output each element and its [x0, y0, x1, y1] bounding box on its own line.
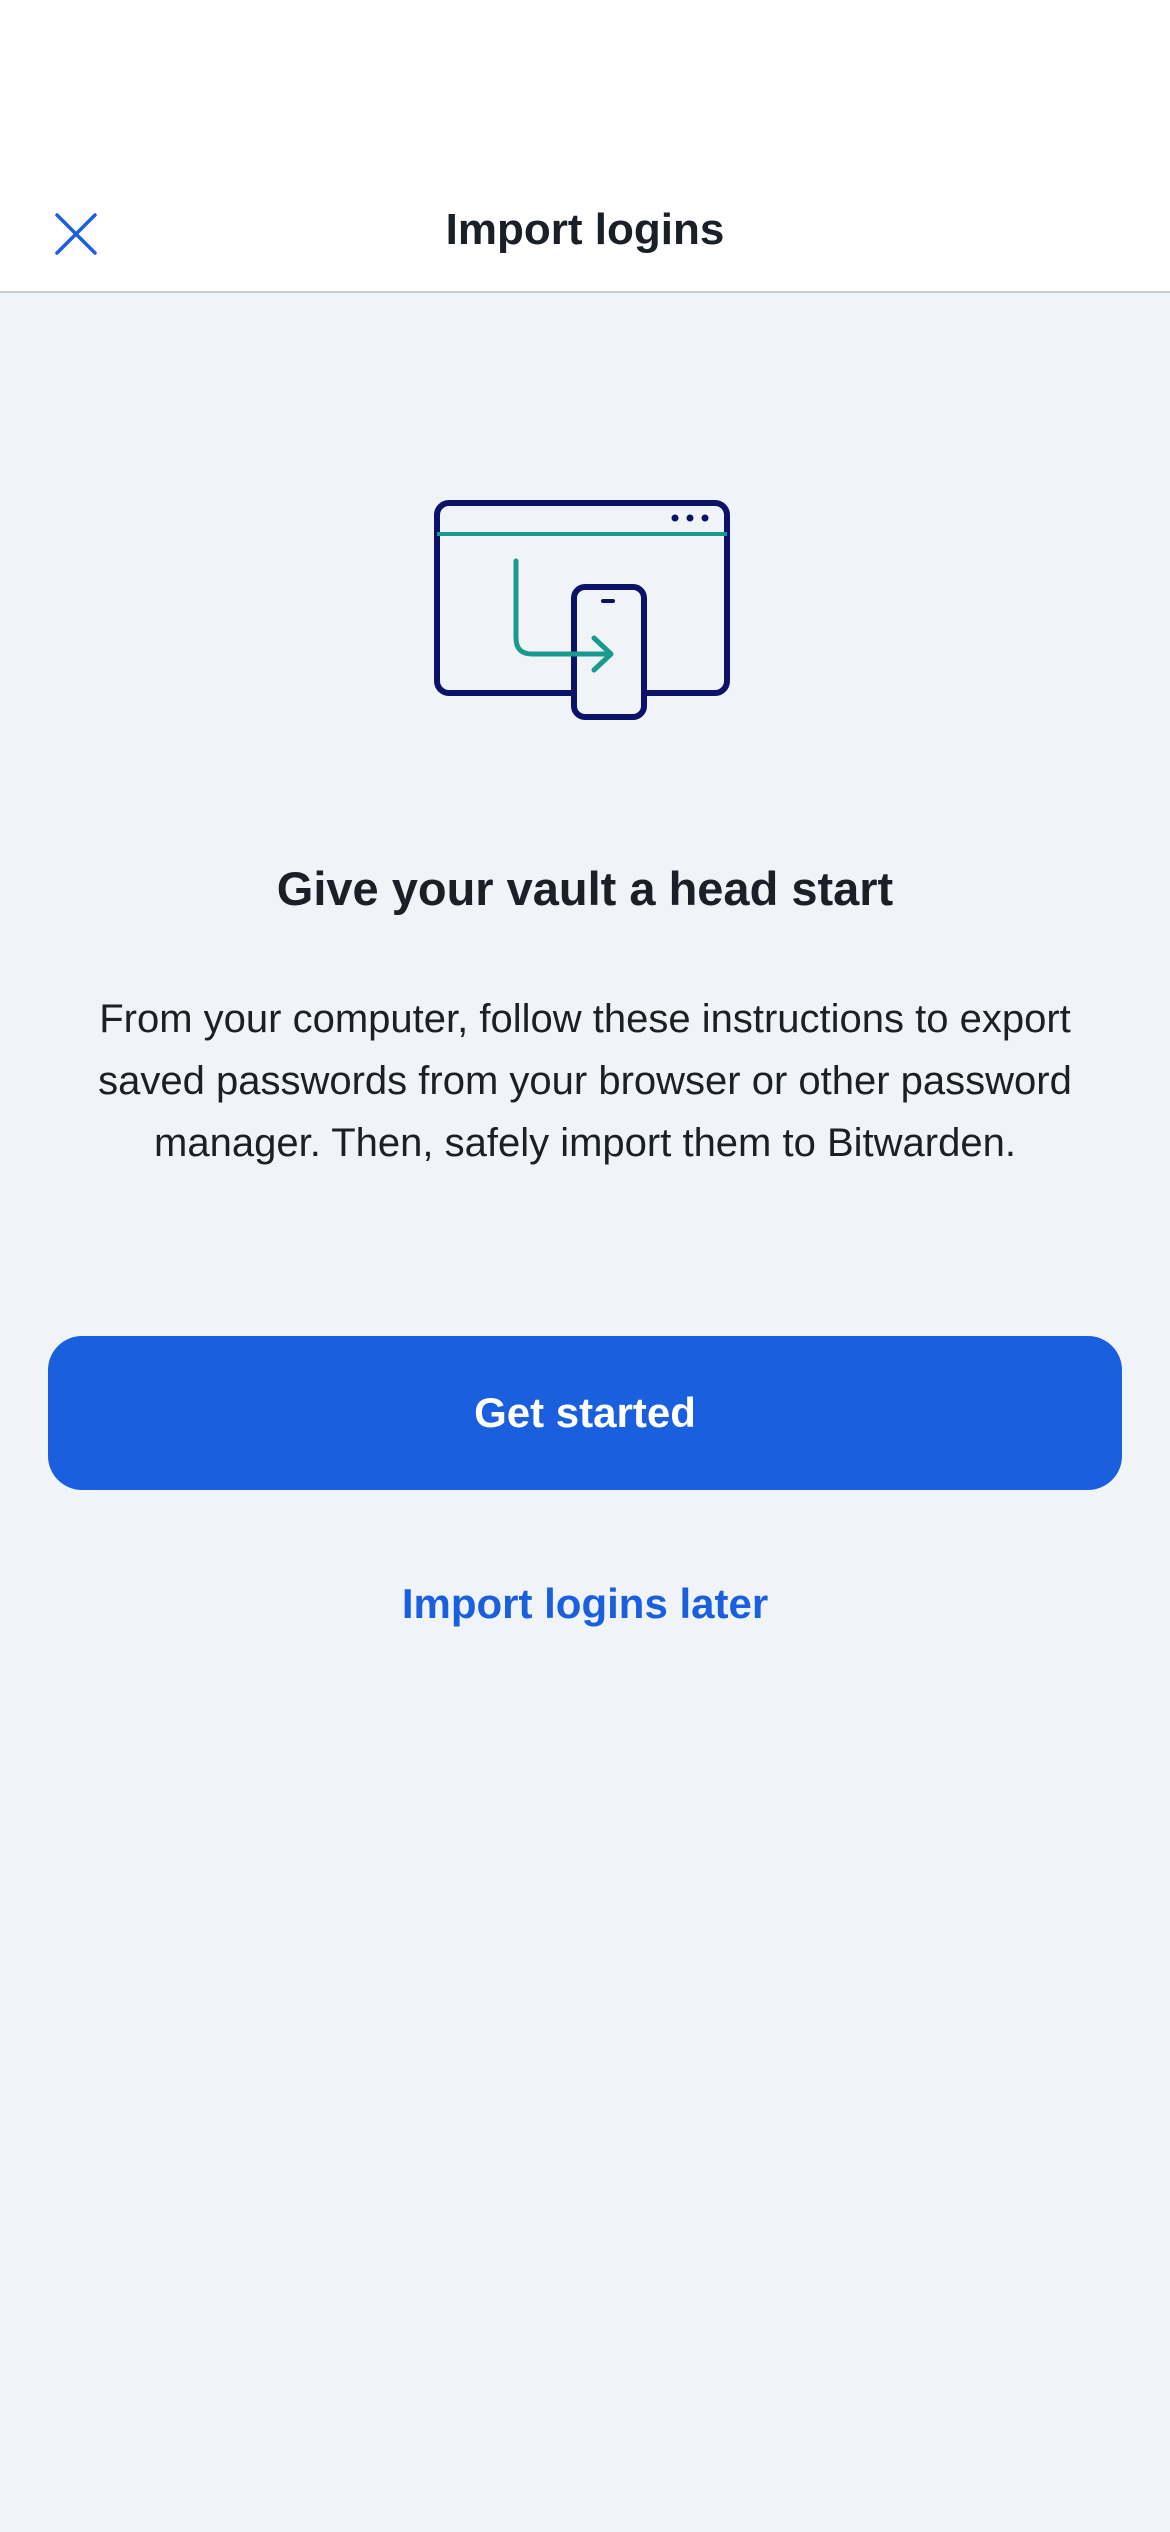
get-started-button[interactable]: Get started	[48, 1336, 1122, 1490]
headline: Give your vault a head start	[276, 862, 894, 915]
navigation-bar: Import logins	[0, 160, 1170, 293]
import-devices-illustration	[434, 500, 730, 720]
page-title: Import logins	[445, 205, 725, 254]
instructions-text: From your computer, follow these instruc…	[98, 997, 1072, 1165]
status-bar-area	[0, 0, 1170, 160]
import-logins-later-button[interactable]: Import logins later	[0, 1572, 1170, 1636]
